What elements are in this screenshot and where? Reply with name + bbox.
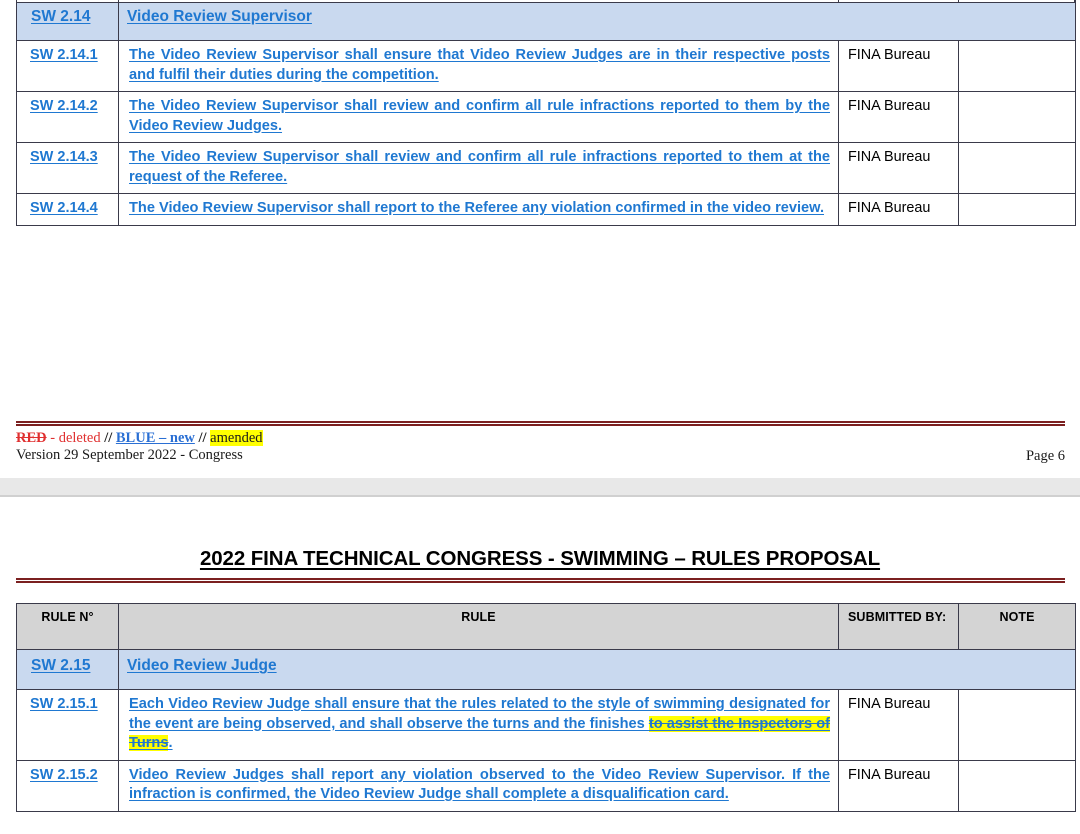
rule-id-link[interactable]: SW 2.14.3 — [23, 149, 98, 165]
rule-id-link[interactable]: SW 2.14.1 — [23, 47, 98, 63]
rule-text: The Video Review Supervisor shall review… — [129, 98, 830, 134]
submitted-by-cell: FINA Bureau — [838, 689, 959, 761]
rule-id-cell: SW 2.14.2 — [16, 91, 119, 143]
legend-deleted-label: - deleted — [46, 430, 105, 446]
submitted-by-cell: FINA Bureau — [838, 91, 959, 143]
section-title-link[interactable]: Video Review Judge — [125, 657, 277, 675]
footer-divider — [16, 421, 1065, 426]
note-cell — [957, 142, 1077, 194]
submitted-by-cell: FINA Bureau — [838, 142, 959, 194]
note-cell — [957, 193, 1077, 226]
legend-red-label: RED — [16, 430, 47, 446]
rules-table-page2: RULE N° RULE SUBMITTED BY: NOTE SW 2.15 … — [16, 603, 1076, 812]
column-divider — [958, 0, 959, 3]
rule-id-link[interactable]: SW 2.15.2 — [23, 767, 98, 783]
column-divider — [838, 0, 839, 3]
note-cell — [958, 759, 1076, 812]
table-section-row: SW 2.15 Video Review Judge — [16, 649, 1076, 690]
page-2: 2022 FINA TECHNICAL CONGRESS - SWIMMING … — [0, 499, 1080, 834]
legend-separator: // — [104, 430, 116, 446]
footer-body: RED - deleted // BLUE – new // amended V… — [16, 430, 1065, 464]
rules-table-page1: SW 2.14 Video Review Supervisor SW 2.14.… — [16, 0, 1077, 226]
rule-text: Video Review Judges shall report any vio… — [129, 766, 830, 803]
rule-text: Each Video Review Judge shall ensure tha… — [125, 695, 832, 754]
table-row: SW 2.14.3 The Video Review Supervisor sh… — [16, 142, 1077, 194]
header-rule: RULE — [118, 603, 839, 650]
rule-id-link[interactable]: SW 2.14.2 — [23, 98, 98, 114]
table-header-row: RULE N° RULE SUBMITTED BY: NOTE — [16, 603, 1076, 650]
legend-separator: // — [194, 430, 211, 446]
section-title-cell: Video Review Supervisor — [117, 0, 1077, 41]
page-break-separator — [0, 478, 1080, 497]
rule-id-cell: SW 2.15.2 — [16, 759, 119, 812]
rule-text: The Video Review Supervisor shall review… — [129, 149, 830, 185]
submitted-by-value: FINA Bureau — [848, 696, 931, 712]
rule-id-link[interactable]: SW 2.14.4 — [23, 200, 98, 216]
submitted-by-cell: FINA Bureau — [838, 193, 959, 226]
document-viewer: SW 2.14 Video Review Supervisor SW 2.14.… — [0, 0, 1080, 834]
rule-id-cell: SW 2.14.1 — [16, 40, 119, 92]
table-row: SW 2.14.1 The Video Review Supervisor sh… — [16, 40, 1077, 92]
table-row: SW 2.14.2 The Video Review Supervisor sh… — [16, 91, 1077, 143]
page-footer: RED - deleted // BLUE – new // amended V… — [16, 421, 1065, 464]
rule-text-cell: The Video Review Supervisor shall report… — [118, 193, 839, 226]
rule-id-link[interactable]: SW 2.14 — [23, 8, 90, 26]
section-title-link[interactable]: Video Review Supervisor — [125, 8, 312, 26]
submitted-by-value: FINA Bureau — [848, 47, 931, 63]
header-rule-no: RULE N° — [16, 603, 119, 650]
submitted-by-value: FINA Bureau — [848, 766, 931, 783]
rule-text: The Video Review Supervisor shall ensure… — [129, 47, 830, 83]
page-1: SW 2.14 Video Review Supervisor SW 2.14.… — [0, 0, 1080, 478]
rule-id-cell: SW 2.15.1 — [16, 689, 119, 761]
legend-amended-label: amended — [210, 430, 263, 446]
table-row: SW 2.15.1 Each Video Review Judge shall … — [16, 689, 1076, 761]
title-divider — [15, 578, 1065, 583]
rule-id-link[interactable]: SW 2.15 — [23, 657, 90, 675]
submitted-by-value: FINA Bureau — [848, 200, 931, 216]
rule-id-cell: SW 2.14.3 — [16, 142, 119, 194]
legend-line: RED - deleted // BLUE – new // amended — [16, 430, 1065, 447]
note-cell — [958, 689, 1076, 761]
table-section-row: SW 2.14 Video Review Supervisor — [16, 0, 1077, 41]
page-title: 2022 FINA TECHNICAL CONGRESS - SWIMMING … — [199, 547, 881, 570]
rule-text-cell: Each Video Review Judge shall ensure tha… — [118, 689, 839, 761]
rule-text-cell: The Video Review Supervisor shall ensure… — [118, 40, 839, 92]
note-cell — [957, 40, 1077, 92]
rule-text: The Video Review Supervisor shall report… — [129, 200, 825, 216]
submitted-by-value: FINA Bureau — [848, 98, 931, 114]
rule-text-cell: Video Review Judges shall report any vio… — [118, 759, 839, 812]
rule-text-tail: . — [168, 735, 173, 751]
rule-text-cell: The Video Review Supervisor shall review… — [118, 142, 839, 194]
header-submitted-by: SUBMITTED BY: — [838, 603, 959, 650]
table-row: SW 2.15.2 Video Review Judges shall repo… — [16, 759, 1076, 812]
table-row: SW 2.14.4 The Video Review Supervisor sh… — [16, 193, 1077, 226]
submitted-by-value: FINA Bureau — [848, 149, 931, 165]
legend-blue-label: BLUE – new — [115, 430, 195, 446]
submitted-by-cell: FINA Bureau — [838, 40, 959, 92]
section-rule-id-cell: SW 2.14 — [16, 0, 119, 41]
version-line: Version 29 September 2022 - Congress — [16, 446, 243, 463]
rule-id-cell: SW 2.14.4 — [16, 193, 119, 226]
submitted-by-cell: FINA Bureau — [838, 759, 959, 812]
header-note: NOTE — [958, 603, 1076, 650]
rule-id-link[interactable]: SW 2.15.1 — [23, 696, 98, 712]
section-rule-id-cell: SW 2.15 — [16, 649, 119, 690]
section-title-cell: Video Review Judge — [118, 649, 1076, 690]
page-number: Page 6 — [1025, 448, 1065, 464]
column-divider — [118, 0, 119, 3]
partial-table-row-top — [16, 0, 1075, 3]
rule-text-cell: The Video Review Supervisor shall review… — [118, 91, 839, 143]
note-cell — [957, 91, 1077, 143]
